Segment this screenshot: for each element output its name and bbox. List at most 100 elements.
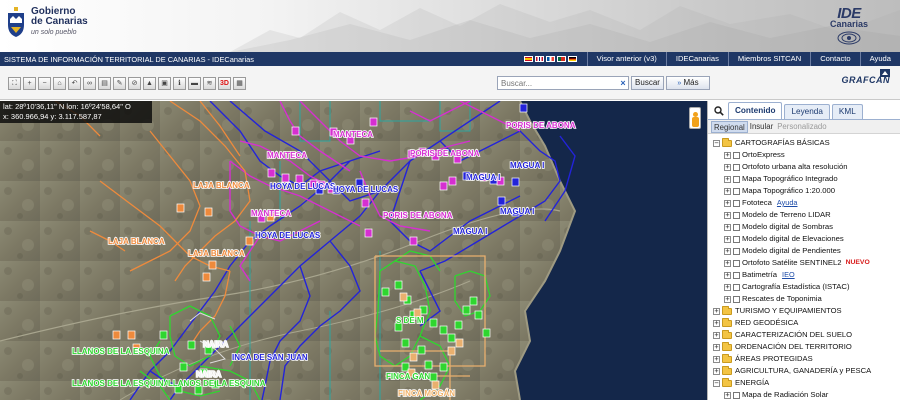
layer-row[interactable]: + Mapa Topográfico Integrado [708,173,900,185]
category-row[interactable]: + ORDENACIÓN DEL TERRITORIO [708,341,900,353]
zoom-extent-icon[interactable]: ⛶ [8,77,21,90]
map-canvas[interactable]: MANTECA MANTECA MANTECA PORIS DE ABONA PORIS… [0,101,707,400]
orange-marker[interactable] [127,330,136,340]
home-icon[interactable]: ⌂ [53,77,66,90]
pegman-icon[interactable] [689,107,701,129]
expand-icon[interactable]: + [713,367,720,375]
layer-row[interactable]: + Rescates de Toponimia [708,293,900,305]
expand-icon[interactable]: + [724,151,731,159]
green-marker[interactable] [429,372,438,382]
expand-icon[interactable]: + [713,343,720,351]
green-marker[interactable] [439,362,448,372]
help-link[interactable]: IEO [782,269,795,281]
layer-checkbox[interactable] [733,163,740,171]
expand-icon[interactable]: + [713,319,720,327]
zoom-in-icon[interactable]: + [23,77,36,90]
expand-icon[interactable]: + [724,175,731,183]
search-button[interactable]: Buscar [631,76,664,90]
layer-checkbox[interactable] [733,199,740,207]
flag-en-icon[interactable] [534,56,544,62]
nav-contacto[interactable]: Contacto [810,52,859,66]
magenta-marker[interactable] [281,173,290,183]
expand-icon[interactable]: + [724,295,731,303]
layer-row[interactable]: + Modelo digital de Elevaciones [708,233,900,245]
expand-icon[interactable]: + [724,391,731,399]
expand-icon[interactable]: + [724,187,731,195]
layer-checkbox[interactable] [733,151,740,159]
green-marker[interactable] [394,280,403,290]
layer-checkbox[interactable] [733,271,740,279]
layer-row[interactable]: + Ortofoto urbana alta resolución [708,161,900,173]
magenta-marker[interactable] [369,117,378,127]
layer-row[interactable]: + Ortofoto Satélite SENTINEL2 NUEVO [708,257,900,269]
expand-icon[interactable]: + [713,355,720,363]
category-row[interactable]: + CARACTERIZACIÓN DEL SUELO [708,329,900,341]
layer-checkbox[interactable] [733,283,740,291]
flag-pt-icon[interactable] [556,56,566,62]
search-icon[interactable] [710,103,728,119]
peach-marker[interactable] [455,338,464,348]
blue-marker[interactable] [511,177,520,187]
layer-checkbox[interactable] [733,235,740,243]
map-viewport[interactable]: MANTECA MANTECA MANTECA PORIS DE ABONA PORIS… [0,101,707,400]
orange-marker[interactable] [245,236,254,246]
layer-row[interactable]: + Batimetría IEO [708,269,900,281]
expand-icon[interactable]: + [724,211,731,219]
3d-view-button[interactable]: 3D [218,77,231,90]
layer-row[interactable]: + Cartografía Estadística (ISTAC) [708,281,900,293]
blue-marker[interactable] [497,196,506,206]
green-marker[interactable] [179,362,188,372]
layer-row[interactable]: + Mapa de Radiación Solar [708,389,900,400]
layer-row[interactable]: + Modelo de Terreno LIDAR [708,209,900,221]
expand-icon[interactable]: + [724,247,731,255]
clear-search-icon[interactable]: × [618,78,628,88]
expand-icon[interactable]: + [724,199,731,207]
expand-icon[interactable]: + [724,223,731,231]
expand-icon[interactable]: + [713,307,720,315]
collapse-icon[interactable]: − [713,379,720,387]
green-marker[interactable] [469,296,478,306]
flag-de-icon[interactable] [567,56,577,62]
zoom-out-icon[interactable]: − [38,77,51,90]
layer-row[interactable]: + Fototeca Ayuda [708,197,900,209]
ide-canarias-logo[interactable]: IDE Canarias [818,6,880,46]
nav-ayuda[interactable]: Ayuda [859,52,900,66]
flag-fr-icon[interactable] [545,56,555,62]
orange-marker[interactable] [208,260,217,270]
tab-contenido[interactable]: Contenido [728,102,783,119]
link-icon[interactable]: ∞ [83,77,96,90]
expand-icon[interactable]: + [724,163,731,171]
expand-icon[interactable]: + [724,235,731,243]
layer-row[interactable]: + Mapa Topográfico 1:20.000 [708,185,900,197]
category-row[interactable]: + AGRICULTURA, GANADERÍA y PESCA [708,365,900,377]
layer-checkbox[interactable] [733,391,740,399]
expand-icon[interactable]: + [724,271,731,279]
peach-marker[interactable] [431,380,440,390]
magenta-marker[interactable] [361,198,370,208]
magenta-marker[interactable] [364,228,373,238]
magenta-marker[interactable] [291,126,300,136]
print-icon[interactable]: ▤ [98,77,111,90]
orange-marker[interactable] [176,203,185,213]
layer-row[interactable]: + OrtoExpress [708,149,900,161]
blue-marker[interactable] [519,103,528,113]
peach-marker[interactable] [447,346,456,356]
orange-marker[interactable] [112,330,121,340]
search-input[interactable] [498,78,618,88]
profile-icon[interactable]: ▲ [143,77,156,90]
green-marker[interactable] [454,320,463,330]
magenta-marker[interactable] [439,181,448,191]
layer-checkbox[interactable] [733,223,740,231]
nav-miembros-sitcan[interactable]: Miembros SITCAN [727,52,810,66]
green-marker[interactable] [439,325,448,335]
magenta-marker[interactable] [448,176,457,186]
draw-icon[interactable]: ✎ [113,77,126,90]
layer-checkbox[interactable] [733,175,740,183]
layer-row[interactable]: + Modelo digital de Pendientes [708,245,900,257]
flag-es-icon[interactable] [523,56,533,62]
grid-icon[interactable]: ▦ [233,77,246,90]
green-marker[interactable] [159,330,168,340]
tab-leyenda[interactable]: Leyenda [784,104,830,119]
measure-icon[interactable]: ⊘ [128,77,141,90]
category-row[interactable]: − ENERGÍA [708,377,900,389]
